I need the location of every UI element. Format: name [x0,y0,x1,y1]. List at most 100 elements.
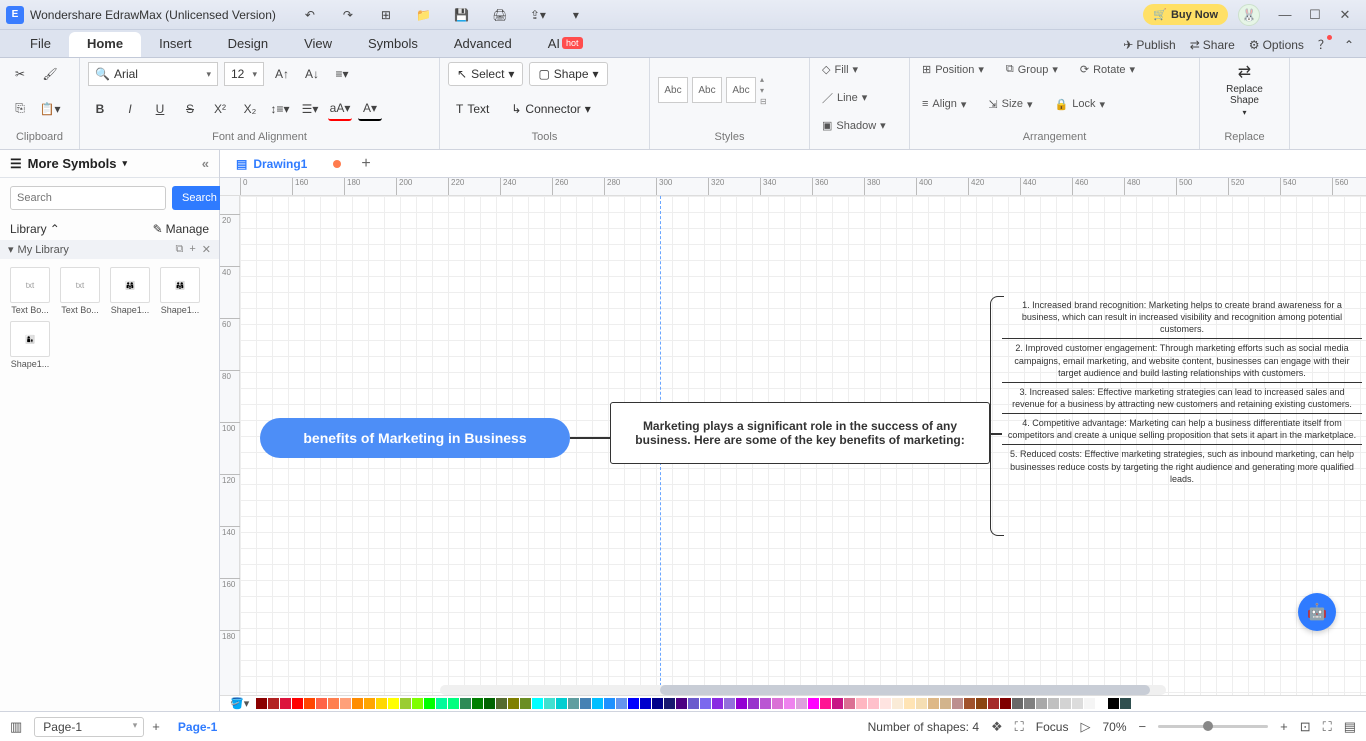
add-lib-icon[interactable]: + [189,243,195,256]
tab-file[interactable]: File [12,32,69,57]
color-swatch[interactable] [544,698,555,709]
horizontal-scrollbar[interactable] [440,685,1166,695]
color-swatch[interactable] [1012,698,1023,709]
align-dropdown[interactable]: ≡ Align▾ [918,97,970,112]
color-swatch[interactable] [280,698,291,709]
share-button[interactable]: ⇄ Share [1190,38,1235,52]
color-swatch[interactable] [568,698,579,709]
color-swatch[interactable] [400,698,411,709]
color-swatch[interactable] [796,698,807,709]
tab-advanced[interactable]: Advanced [436,32,530,57]
color-swatch[interactable] [352,698,363,709]
strikethrough-icon[interactable]: S [178,97,202,121]
qat-more-icon[interactable]: ▾ [564,3,588,27]
color-swatch[interactable] [1120,698,1131,709]
color-swatch[interactable] [1072,698,1083,709]
color-swatch[interactable] [808,698,819,709]
subscript-icon[interactable]: X₂ [238,97,262,121]
print-icon[interactable]: 🖨 [488,3,512,27]
color-swatch[interactable] [556,698,567,709]
color-swatch[interactable] [340,698,351,709]
decrease-font-icon[interactable]: A↓ [300,62,324,86]
ai-assistant-button[interactable]: 🤖 [1298,593,1336,631]
connector-tool-button[interactable]: ↳ Connector ▾ [503,97,598,121]
close-lib-icon[interactable]: ✕ [202,243,211,256]
fill-dropdown[interactable]: ◇ Fill ▾ [818,62,901,77]
minimize-icon[interactable]: — [1270,7,1300,22]
color-swatch[interactable] [640,698,651,709]
color-swatch[interactable] [736,698,747,709]
line-dropdown[interactable]: ／ Line ▾ [818,89,901,107]
color-swatch[interactable] [436,698,447,709]
font-size-combo[interactable]: 12▾ [224,62,264,86]
lib-item[interactable]: txtText Bo... [58,267,102,315]
lock-dropdown[interactable]: 🔒 Lock▾ [1051,97,1109,112]
color-swatch[interactable] [724,698,735,709]
tab-insert[interactable]: Insert [141,32,210,57]
zoom-knob[interactable] [1203,721,1213,731]
color-swatch[interactable] [784,698,795,709]
color-swatch[interactable] [592,698,603,709]
hamburger-icon[interactable]: ☰ [10,156,22,172]
close-icon[interactable]: ✕ [1330,7,1360,23]
format-painter-icon[interactable]: 🖌 [38,62,62,86]
bold-icon[interactable]: B [88,97,112,121]
lib-item[interactable]: 👩‍👦Shape1... [8,321,52,369]
new-icon[interactable]: ⊞ [374,3,398,27]
superscript-icon[interactable]: X² [208,97,232,121]
color-swatch[interactable] [316,698,327,709]
shadow-dropdown[interactable]: ▣ Shadow ▾ [818,118,901,133]
color-swatch[interactable] [256,698,267,709]
options-button[interactable]: ⚙ Options [1249,38,1304,52]
vertical-ruler[interactable]: 20406080100120140160180 [220,196,240,711]
cut-icon[interactable]: ✂ [8,62,32,86]
page-tab[interactable]: Page-1 [172,720,223,734]
color-swatch[interactable] [844,698,855,709]
styles-more-icon[interactable]: ⊟ [760,97,767,106]
color-swatch[interactable] [1096,698,1107,709]
zoom-out-icon[interactable]: − [1139,719,1147,734]
style-preset-1[interactable]: Abc [658,77,688,103]
color-swatch[interactable] [688,698,699,709]
color-swatch[interactable] [616,698,627,709]
color-swatch[interactable] [304,698,315,709]
color-swatch[interactable] [928,698,939,709]
copy-icon[interactable]: ⎘ [8,97,32,121]
panel-toggle-icon[interactable]: ▤ [1344,719,1356,735]
open-icon[interactable]: 📁 [412,3,436,27]
color-swatch[interactable] [820,698,831,709]
color-swatch[interactable] [1108,698,1119,709]
manage-button[interactable]: ✎ Manage [153,222,209,236]
color-swatch[interactable] [868,698,879,709]
replace-shape-button[interactable]: ⇄ Replace Shape ▾ [1226,62,1263,117]
document-tab[interactable]: ▤ Drawing1 [230,155,347,173]
bullets-icon[interactable]: ☰▾ [298,97,322,121]
zoom-in-icon[interactable]: + [1280,719,1288,734]
buy-now-button[interactable]: 🛒 Buy Now [1143,4,1228,25]
color-swatch[interactable] [1048,698,1059,709]
paste-icon[interactable]: 📋▾ [38,97,62,121]
text-case-icon[interactable]: aA▾ [328,97,352,121]
color-swatch[interactable] [364,698,375,709]
maximize-icon[interactable]: ☐ [1300,7,1330,23]
symbol-search-input[interactable] [10,186,166,210]
tab-home[interactable]: Home [69,32,141,57]
color-swatch[interactable] [880,698,891,709]
presentation-icon[interactable]: ▷ [1080,719,1090,735]
color-swatch[interactable] [904,698,915,709]
color-swatch[interactable] [976,698,987,709]
italic-icon[interactable]: I [118,97,142,121]
color-swatch[interactable] [388,698,399,709]
styles-down-icon[interactable]: ▾ [760,86,767,95]
color-swatch[interactable] [532,698,543,709]
color-swatch[interactable] [700,698,711,709]
color-swatch[interactable] [328,698,339,709]
select-tool-button[interactable]: ↖ Select ▾ [448,62,523,86]
color-swatch[interactable] [376,698,387,709]
styles-up-icon[interactable]: ▴ [760,75,767,84]
align-icon[interactable]: ≡▾ [330,62,354,86]
canvas[interactable]: benefits of Marketing in Business Market… [240,196,1366,711]
color-swatch[interactable] [1084,698,1095,709]
paint-bucket-icon[interactable]: 🪣▾ [230,697,249,710]
color-swatch[interactable] [520,698,531,709]
